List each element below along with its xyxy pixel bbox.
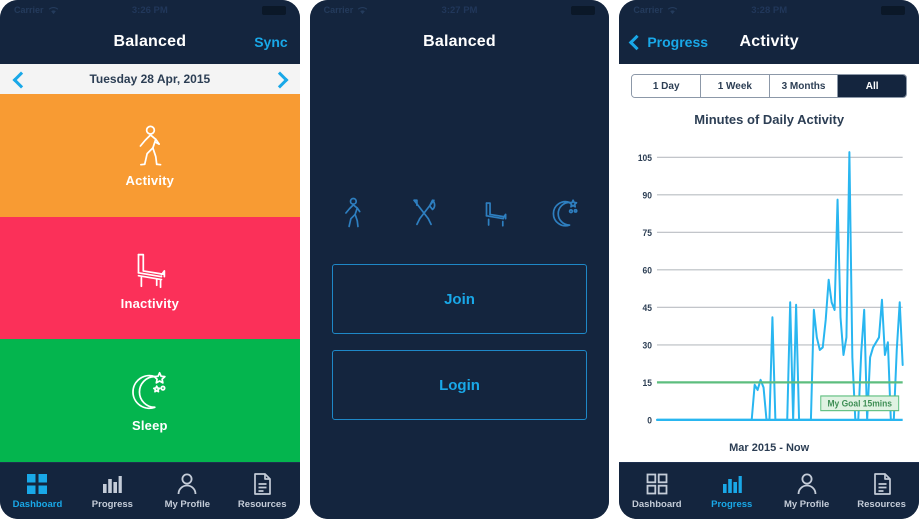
panel-label: Activity — [125, 172, 175, 188]
tab-my-profile[interactable]: My Profile — [769, 472, 844, 510]
nav-bar: Progress Activity — [619, 20, 919, 64]
person-icon — [797, 473, 817, 495]
document-icon — [254, 473, 272, 495]
tab-label: My Profile — [783, 499, 830, 510]
tab-dashboard[interactable]: Dashboard — [619, 472, 694, 510]
svg-text:30: 30 — [643, 340, 652, 351]
moon-stars-icon — [132, 372, 166, 410]
segment-1-day[interactable]: 1 Day — [632, 75, 702, 97]
status-time: 3:26 PM — [131, 4, 168, 16]
segment-3-months[interactable]: 3 Months — [769, 75, 839, 97]
chart-y-axis-labels: 0 15 30 45 60 75 90 105 — [638, 152, 652, 425]
tab-label: Resources — [237, 499, 287, 510]
phone-landing: Carrier 3:27 PM Balanced Join Login — [309, 0, 610, 519]
tab-resources[interactable]: Resources — [225, 472, 300, 510]
armchair-icon — [485, 202, 507, 227]
fork-knife-icon — [413, 199, 436, 226]
tab-dashboard[interactable]: Dashboard — [0, 472, 75, 510]
landing-icon-row — [332, 196, 588, 230]
panel-activity[interactable]: Activity — [0, 94, 300, 217]
tab-label: Dashboard — [12, 499, 63, 510]
tab-progress[interactable]: Progress — [75, 472, 150, 510]
person-icon — [177, 473, 197, 495]
login-button[interactable]: Login — [331, 350, 588, 420]
chart-goal-label-box: My Goal 15mins — [820, 395, 900, 412]
panel-label: Inactivity — [120, 295, 180, 311]
status-bar: Carrier 3:26 PM — [0, 0, 300, 20]
svg-text:0: 0 — [648, 415, 653, 426]
tab-label: My Profile — [164, 499, 210, 510]
tab-label: Dashboard — [631, 499, 682, 510]
status-bar: Carrier 3:28 PM — [619, 0, 919, 20]
tab-bar: Dashboard Progress My Profile Resources — [619, 462, 919, 519]
dashboard-panels: Activity Inactivity Sleep — [0, 94, 300, 463]
activity-line-chart: 0 15 30 45 60 75 90 105 My Goal 15mins — [638, 151, 905, 426]
phone-activity-chart: Carrier 3:28 PM Progress Activity 1 Day … — [619, 0, 919, 519]
tab-label: Progress — [711, 499, 753, 510]
status-bar: Carrier 3:27 PM — [309, 0, 610, 20]
nav-bar: Balanced Sync — [0, 20, 300, 64]
panel-label: Sleep — [131, 418, 168, 434]
status-time: 3:27 PM — [441, 4, 478, 16]
range-segmented-control: 1 Day 1 Week 3 Months All — [631, 74, 908, 98]
grid-squares-icon — [646, 473, 668, 495]
tab-my-profile[interactable]: My Profile — [150, 472, 225, 510]
date-selector-bar: Tuesday 28 Apr, 2015 — [0, 64, 300, 94]
selected-date: Tuesday 28 Apr, 2015 — [89, 72, 211, 86]
tab-bar: Dashboard Progress My Profile Resources — [0, 462, 300, 519]
segment-1-week[interactable]: 1 Week — [701, 75, 770, 97]
landing-content: Join Login — [309, 64, 610, 519]
chevron-left-icon — [629, 34, 645, 50]
svg-text:60: 60 — [643, 265, 652, 276]
page-title: Balanced — [423, 33, 496, 50]
tab-label: Resources — [857, 499, 906, 510]
chevron-left-icon[interactable] — [12, 72, 26, 86]
walking-person-icon — [344, 197, 361, 228]
moon-stars-icon — [552, 199, 578, 227]
chart-x-label: Mar 2015 - Now — [729, 442, 810, 454]
chart-data-line — [656, 151, 905, 422]
armchair-icon — [137, 253, 166, 288]
status-time: 3:28 PM — [751, 4, 788, 16]
tab-progress[interactable]: Progress — [694, 472, 769, 510]
panel-sleep[interactable]: Sleep — [0, 339, 300, 463]
back-button[interactable]: Progress — [629, 34, 709, 50]
tab-resources[interactable]: Resources — [844, 472, 919, 510]
panel-inactivity[interactable]: Inactivity — [0, 216, 300, 340]
join-button[interactable]: Join — [331, 264, 588, 334]
tab-label: Progress — [91, 499, 133, 510]
svg-text:105: 105 — [638, 152, 652, 163]
sync-button[interactable]: Sync — [254, 34, 287, 50]
document-icon — [873, 473, 891, 495]
chart-screen: 1 Day 1 Week 3 Months All Minutes of Dai… — [619, 64, 919, 462]
segment-all[interactable]: All — [838, 75, 907, 97]
svg-text:45: 45 — [643, 303, 652, 314]
chevron-right-icon[interactable] — [274, 72, 288, 86]
bar-chart-icon — [103, 476, 123, 493]
svg-text:75: 75 — [643, 227, 652, 238]
phone-dashboard: Carrier 3:26 PM Balanced Sync Tuesday 28… — [0, 0, 300, 519]
grid-squares-icon — [27, 474, 48, 494]
svg-text:90: 90 — [643, 190, 652, 201]
back-label: Progress — [647, 34, 709, 50]
svg-text:15: 15 — [643, 378, 652, 389]
chart-title: Minutes of Daily Activity — [694, 112, 845, 127]
auth-buttons: Join Login — [331, 264, 588, 420]
walking-person-icon — [139, 125, 162, 166]
bar-chart-icon — [722, 476, 742, 493]
chart-plot-area: 0 15 30 45 60 75 90 105 My Goal 15mins — [631, 133, 907, 438]
nav-bar: Balanced — [309, 20, 610, 64]
svg-text:My Goal 15mins: My Goal 15mins — [828, 398, 893, 409]
three-phone-mockup: Carrier 3:26 PM Balanced Sync Tuesday 28… — [0, 0, 919, 519]
